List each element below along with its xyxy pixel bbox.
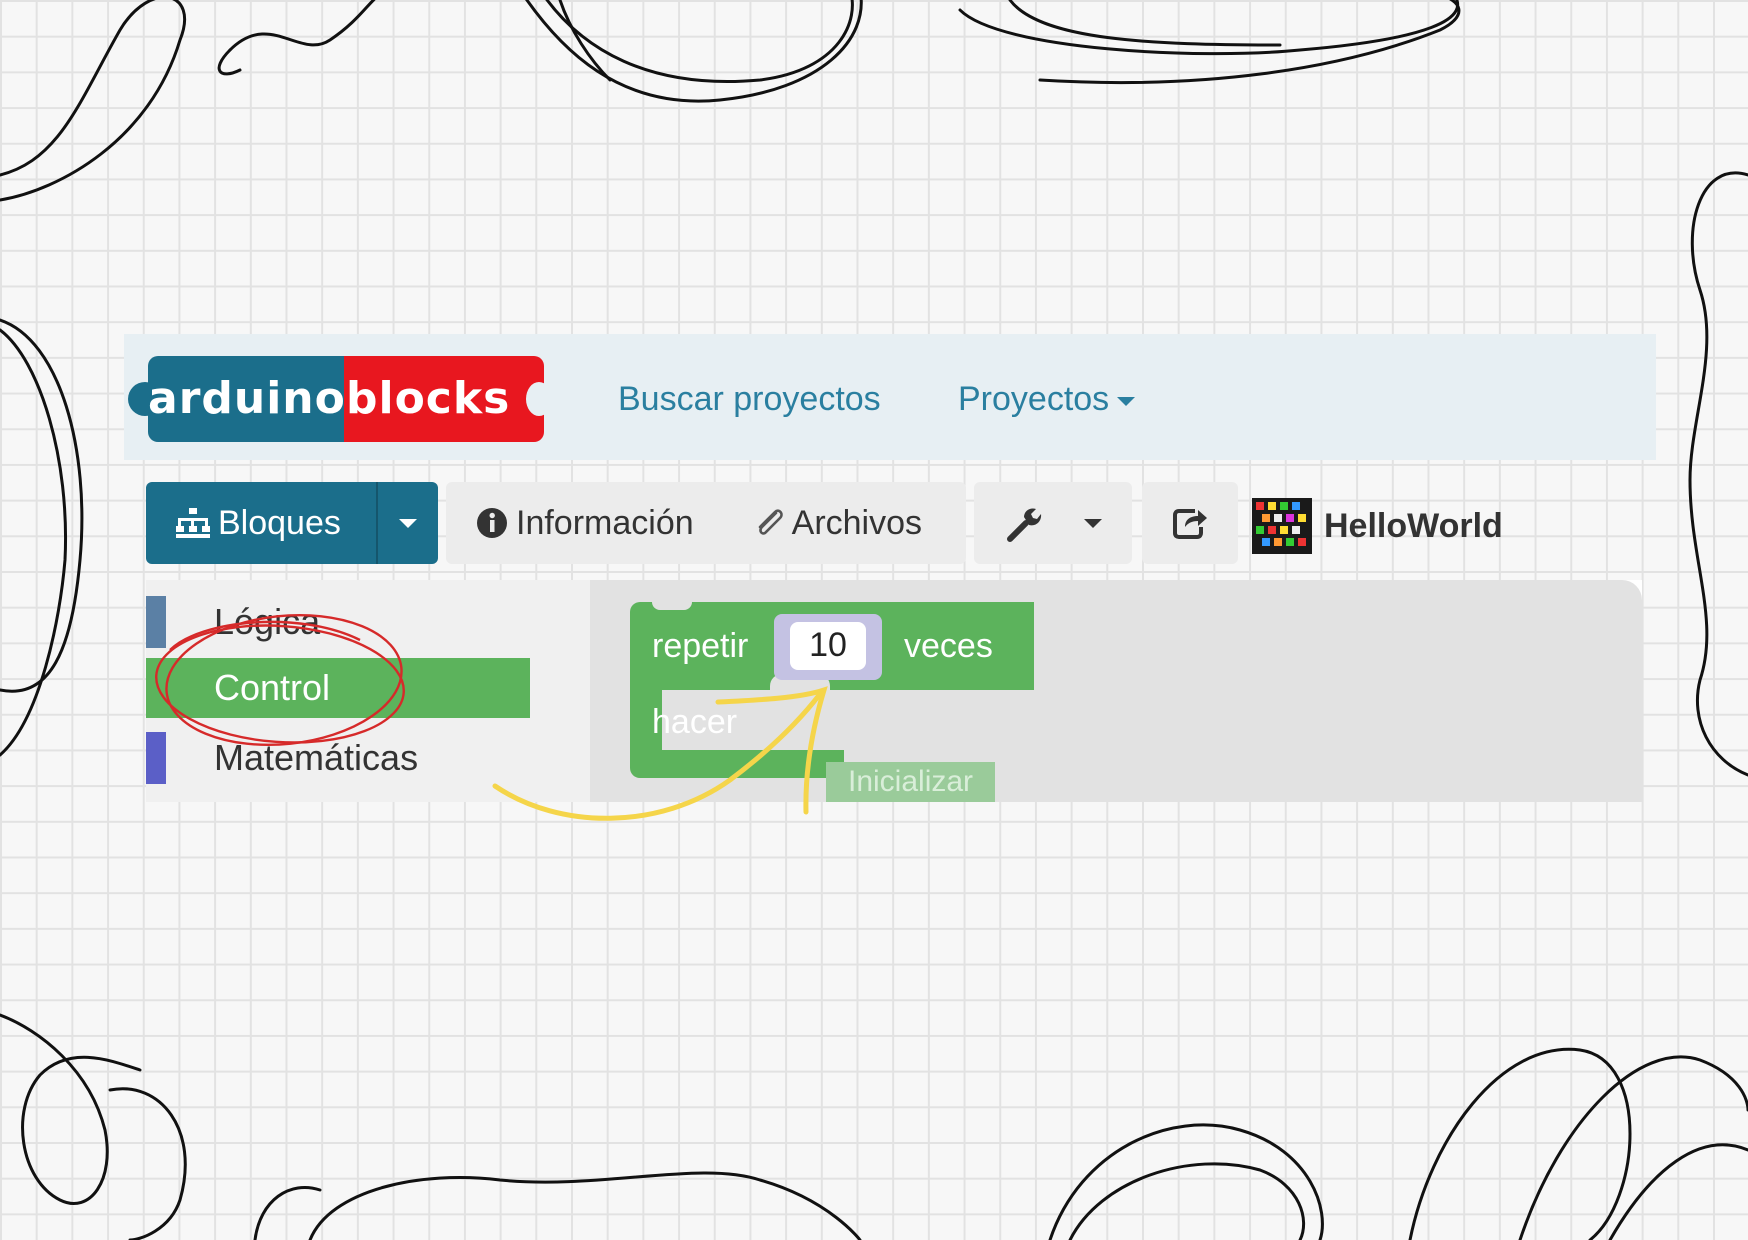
do-label: hacer — [652, 703, 738, 741]
inicializar-block-ghost[interactable]: Inicializar — [826, 762, 996, 802]
toolbox-category-matematicas[interactable]: Matemáticas — [146, 728, 530, 788]
nav-proyectos-label: Proyectos — [958, 380, 1110, 418]
category-label: Control — [214, 667, 331, 708]
top-navbar: arduino blocks Buscar proyectos Proyecto… — [124, 334, 1656, 460]
share-button[interactable] — [1142, 482, 1238, 564]
repeat-block-footer — [630, 750, 844, 778]
tools-dropdown-button[interactable] — [974, 482, 1132, 564]
blockly-workspace: Lógica Control Matemáticas repetir 10 ve… — [146, 580, 1642, 802]
category-color-bar — [146, 596, 166, 648]
bloques-label: Bloques — [218, 503, 341, 542]
archivos-label: Archivos — [791, 503, 923, 542]
nav-proyectos-dropdown[interactable]: Proyectos — [958, 378, 1136, 420]
info-circle-icon — [477, 508, 507, 538]
repeat-count-field[interactable]: 10 — [790, 622, 866, 670]
chevron-down-icon — [399, 518, 417, 528]
sitemap-icon — [176, 508, 210, 538]
logo-text-arduino: arduino — [148, 356, 344, 442]
project-info: HelloWorld — [1252, 498, 1503, 554]
category-label: Matemáticas — [214, 737, 419, 778]
times-label: veces — [904, 627, 993, 665]
editor-toolbar: Bloques Información Archivos HelloWorld — [124, 472, 1656, 564]
wrench-icon — [1007, 508, 1042, 542]
chevron-down-icon — [1084, 518, 1102, 528]
repeat-label: repetir — [652, 627, 749, 665]
logo-puzzle-notch — [526, 382, 552, 416]
share-square-icon — [1173, 509, 1207, 539]
toolbox-category-control[interactable]: Control — [146, 658, 530, 718]
informacion-tab[interactable]: Información — [476, 504, 694, 543]
bloques-dropdown-toggle[interactable] — [376, 482, 438, 564]
toolbox-category-logica[interactable]: Lógica — [146, 592, 530, 652]
bloques-tab-button[interactable]: Bloques — [146, 482, 376, 564]
info-files-group: Información Archivos — [446, 482, 966, 564]
archivos-tab[interactable]: Archivos — [752, 504, 922, 543]
paperclip-icon — [758, 509, 783, 535]
board-thumbnail-image — [1252, 498, 1312, 554]
block-toolbox: Lógica Control Matemáticas — [146, 580, 590, 802]
informacion-label: Información — [516, 503, 694, 542]
workspace-canvas[interactable]: repetir 10 veces hacer Inicializar — [590, 580, 1642, 802]
block-notch — [652, 602, 692, 610]
category-color-bar — [146, 732, 166, 784]
chevron-down-icon — [1117, 396, 1136, 406]
category-label: Lógica — [214, 601, 321, 642]
nav-buscar-proyectos[interactable]: Buscar proyectos — [618, 378, 881, 420]
arduinoblocks-logo[interactable]: arduino blocks — [128, 356, 552, 442]
arduinoblocks-screenshot: arduino blocks Buscar proyectos Proyecto… — [124, 334, 1656, 802]
project-name: HelloWorld — [1324, 506, 1503, 545]
logo-text-blocks: blocks — [344, 356, 544, 442]
